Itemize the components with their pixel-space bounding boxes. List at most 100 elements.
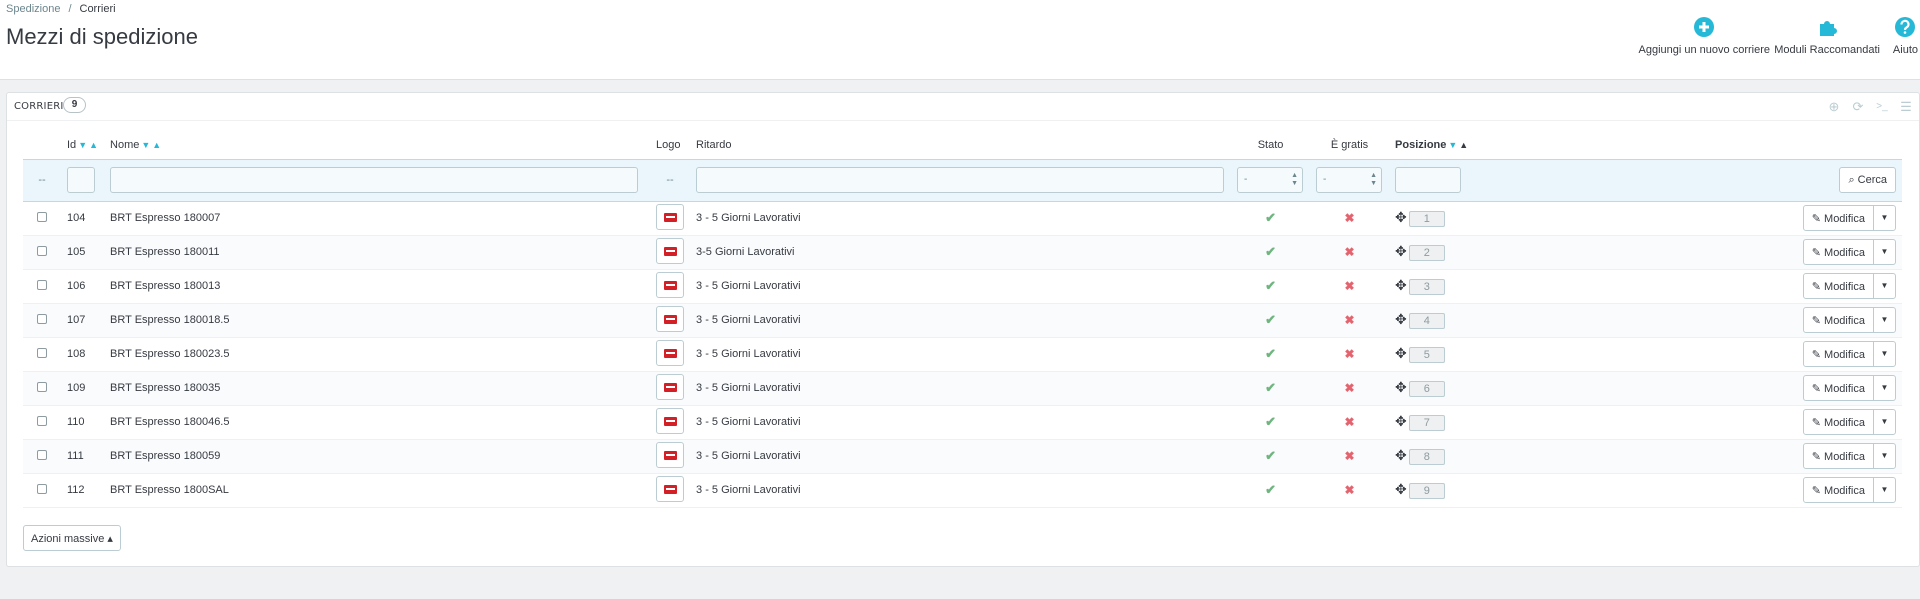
check-icon[interactable]: ✔ [1265, 312, 1276, 327]
caret-down-icon[interactable]: ▼ [1873, 410, 1895, 434]
row-name: BRT Espresso 180007 [104, 201, 651, 236]
table-row[interactable]: 109 BRT Espresso 180035 3 - 5 Giorni Lavor… [23, 371, 1902, 406]
edit-button[interactable]: ✎ Modifica [1804, 444, 1873, 468]
row-checkbox[interactable] [37, 381, 47, 392]
sort-up-icon[interactable]: ▲ [89, 140, 98, 150]
row-checkbox[interactable] [37, 279, 47, 290]
caret-down-icon[interactable]: ▼ [1873, 308, 1895, 332]
edit-button[interactable]: ✎ Modifica [1804, 308, 1873, 332]
search-button[interactable]: ⌕ Cerca [1839, 167, 1896, 193]
pencil-icon: ✎ [1811, 383, 1825, 395]
cross-icon[interactable]: ✖ [1345, 483, 1355, 497]
filter-select-placeholder: -- [23, 158, 61, 202]
row-delay: 3 - 5 Giorni Lavorativi [690, 439, 1232, 474]
edit-button[interactable]: ✎ Modifica [1804, 342, 1873, 366]
table-row[interactable]: 111 BRT Espresso 180059 3 - 5 Giorni Lavor… [23, 439, 1902, 474]
caret-down-icon[interactable]: ▼ [1873, 240, 1895, 264]
check-icon[interactable]: ✔ [1265, 278, 1276, 293]
caret-down-icon[interactable]: ▼ [1873, 478, 1895, 502]
check-icon[interactable]: ✔ [1265, 210, 1276, 225]
edit-button[interactable]: ✎ Modifica [1804, 376, 1873, 400]
drag-handle-icon[interactable]: ✥ [1395, 243, 1407, 259]
brt-logo-icon [656, 237, 685, 264]
sort-up-icon[interactable]: ▲ [1459, 140, 1468, 150]
table-row[interactable]: 107 BRT Espresso 180018.5 3 - 5 Giorni Lav… [23, 303, 1902, 338]
cross-icon[interactable]: ✖ [1345, 245, 1355, 259]
refresh-icon[interactable]: ⟳ [1849, 98, 1867, 116]
cross-icon[interactable]: ✖ [1345, 381, 1355, 395]
cross-icon[interactable]: ✖ [1345, 211, 1355, 225]
help-button[interactable]: Aiuto [1893, 16, 1918, 56]
drag-handle-icon[interactable]: ✥ [1395, 481, 1407, 497]
caret-down-icon[interactable]: ▼ [1873, 444, 1895, 468]
cross-icon[interactable]: ✖ [1345, 449, 1355, 463]
header-id[interactable]: Id ▼ ▲ [61, 131, 104, 159]
breadcrumb-parent[interactable]: Spedizione [6, 3, 60, 15]
check-icon[interactable]: ✔ [1265, 482, 1276, 497]
carriers-panel: CORRIERI 9 ⊕ ⟳ >_ ☰ Id ▼ ▲ Nome ▼ ▲ Logo Rit… [6, 92, 1920, 567]
add-icon[interactable]: ⊕ [1825, 98, 1843, 116]
recommended-modules-button[interactable]: Moduli Raccomandati [1774, 16, 1880, 56]
row-checkbox[interactable] [37, 313, 47, 324]
drag-handle-icon[interactable]: ✥ [1395, 379, 1407, 395]
sort-down-icon[interactable]: ▼ [1448, 140, 1457, 150]
table-row[interactable]: 110 BRT Espresso 180046.5 3 - 5 Giorni Lav… [23, 405, 1902, 440]
row-id: 108 [61, 337, 105, 372]
position-value: 9 [1408, 483, 1445, 499]
check-icon[interactable]: ✔ [1265, 448, 1276, 463]
terminal-icon[interactable]: >_ [1873, 98, 1891, 116]
filter-free-select[interactable]: - ▲ ▼ [1316, 167, 1383, 193]
brt-logo-icon [656, 441, 685, 468]
edit-button[interactable]: ✎ Modifica [1804, 240, 1873, 264]
caret-down-icon[interactable]: ▼ [1873, 206, 1895, 230]
filter-status-select[interactable]: - ▲ ▼ [1237, 167, 1304, 193]
drag-handle-icon[interactable]: ✥ [1395, 277, 1407, 293]
row-checkbox[interactable] [37, 211, 47, 222]
drag-handle-icon[interactable]: ✥ [1395, 447, 1407, 463]
header-position[interactable]: Posizione ▼ ▲ [1389, 131, 1539, 159]
add-carrier-button[interactable]: Aggiungi un nuovo corriere [1639, 16, 1770, 56]
edit-button[interactable]: ✎ Modifica [1804, 274, 1873, 298]
row-checkbox[interactable] [37, 449, 47, 460]
header-select [23, 131, 61, 159]
row-name: BRT Espresso 180059 [104, 439, 651, 474]
edit-button[interactable]: ✎ Modifica [1804, 478, 1873, 502]
cross-icon[interactable]: ✖ [1345, 347, 1355, 361]
filter-name-input[interactable] [110, 167, 639, 193]
filter-id-input[interactable] [67, 167, 95, 193]
bulk-actions-button[interactable]: Azioni massive ▴ [23, 525, 121, 551]
sort-down-icon[interactable]: ▼ [78, 140, 87, 150]
table-row[interactable]: 105 BRT Espresso 180011 3-5 Giorni Lavorat… [23, 235, 1902, 270]
table-row[interactable]: 106 BRT Espresso 180013 3 - 5 Giorni Lavor… [23, 269, 1902, 304]
row-checkbox[interactable] [37, 415, 47, 426]
drag-handle-icon[interactable]: ✥ [1395, 413, 1407, 429]
table-row[interactable]: 108 BRT Espresso 180023.5 3 - 5 Giorni Lav… [23, 337, 1902, 372]
edit-button-group: ✎ Modifica ▼ [1802, 375, 1896, 401]
edit-button[interactable]: ✎ Modifica [1804, 206, 1873, 230]
drag-handle-icon[interactable]: ✥ [1395, 209, 1407, 225]
check-icon[interactable]: ✔ [1265, 346, 1276, 361]
database-icon[interactable]: ☰ [1897, 98, 1915, 116]
check-icon[interactable]: ✔ [1265, 244, 1276, 259]
filter-delay-input[interactable] [696, 167, 1225, 193]
cross-icon[interactable]: ✖ [1345, 279, 1355, 293]
caret-down-icon[interactable]: ▼ [1873, 274, 1895, 298]
check-icon[interactable]: ✔ [1265, 380, 1276, 395]
row-checkbox[interactable] [37, 347, 47, 358]
row-checkbox[interactable] [37, 245, 47, 256]
check-icon[interactable]: ✔ [1265, 414, 1276, 429]
row-checkbox[interactable] [37, 483, 47, 494]
caret-down-icon[interactable]: ▼ [1873, 342, 1895, 366]
cross-icon[interactable]: ✖ [1345, 313, 1355, 327]
sort-down-icon[interactable]: ▼ [141, 140, 150, 150]
table-row[interactable]: 112 BRT Espresso 1800SAL 3 - 5 Giorni Lavo… [23, 473, 1902, 508]
filter-position-input[interactable] [1395, 167, 1462, 193]
sort-up-icon[interactable]: ▲ [152, 140, 161, 150]
drag-handle-icon[interactable]: ✥ [1395, 345, 1407, 361]
edit-button[interactable]: ✎ Modifica [1804, 410, 1873, 434]
cross-icon[interactable]: ✖ [1345, 415, 1355, 429]
header-name[interactable]: Nome ▼ ▲ [104, 131, 650, 159]
drag-handle-icon[interactable]: ✥ [1395, 311, 1407, 327]
caret-down-icon[interactable]: ▼ [1873, 376, 1895, 400]
table-row[interactable]: 104 BRT Espresso 180007 3 - 5 Giorni Lavor… [23, 201, 1902, 236]
